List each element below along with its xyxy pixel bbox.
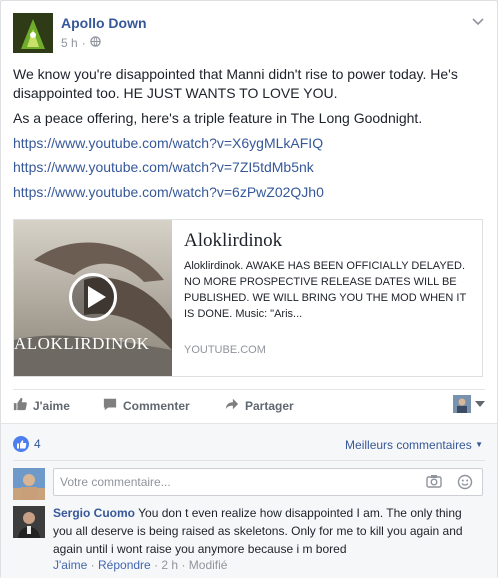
reaction-count: 4 <box>34 437 41 451</box>
comment-author[interactable]: Sergio Cuomo <box>53 506 135 520</box>
globe-icon <box>89 36 101 50</box>
page-avatar[interactable] <box>13 13 53 53</box>
youtube-link-3[interactable]: https://www.youtube.com/watch?v=6zPwZ02Q… <box>13 184 324 200</box>
caret-down-icon: ▼ <box>475 440 483 449</box>
comment-like-link[interactable]: J'aime <box>53 558 87 572</box>
preview-title[interactable]: Aloklirdinok <box>184 230 282 252</box>
comment-edited[interactable]: Modifié <box>189 558 228 572</box>
camera-icon[interactable] <box>426 474 442 493</box>
comment-time[interactable]: 2 h <box>161 558 178 572</box>
divider <box>13 460 485 461</box>
separator-dot: · <box>154 558 159 572</box>
post-time[interactable]: 5 h <box>61 36 78 50</box>
page-name[interactable]: Apollo Down <box>61 15 147 31</box>
share-label: Partager <box>245 398 294 413</box>
preview-domain: YOUTUBE.COM <box>184 344 266 356</box>
comment-body: Sergio Cuomo You don t even realize how … <box>53 504 483 558</box>
preview-description: Aloklirdinok. AWAKE HAS BEEN OFFICIALLY … <box>184 260 466 320</box>
separator-dot: · <box>81 36 86 50</box>
video-thumbnail[interactable]: ALOKLIRDINOK <box>14 220 172 376</box>
separator-dot: · <box>181 558 186 572</box>
comment-input[interactable] <box>53 468 483 496</box>
thumbs-up-icon <box>13 397 27 414</box>
post-header: Apollo Down 5 h · <box>13 13 485 55</box>
like-badge-icon <box>13 436 29 452</box>
comment-meta: J'aime · Répondre · 2 h · Modifié <box>53 558 227 572</box>
comment-icon <box>103 397 117 414</box>
emoji-icon[interactable] <box>457 474 473 495</box>
commenter-avatar[interactable] <box>13 506 45 538</box>
share-button[interactable]: Partager <box>225 397 294 414</box>
youtube-link-1[interactable]: https://www.youtube.com/watch?v=X6ygMLkA… <box>13 135 323 151</box>
post-paragraph: We know you're disappointed that Manni d… <box>13 66 458 101</box>
like-label: J'aime <box>33 398 70 413</box>
action-bar: J'aime Commenter Partager <box>13 393 485 417</box>
comment-sort-dropdown[interactable]: Meilleurs commentaires ▼ <box>345 438 483 452</box>
comment-reply-link[interactable]: Répondre <box>98 558 151 572</box>
comment-label: Commenter <box>123 398 190 413</box>
share-icon <box>225 397 239 414</box>
youtube-link-2[interactable]: https://www.youtube.com/watch?v=7ZI5tdMb… <box>13 159 314 175</box>
comments-section: 4 Meilleurs commentaires ▼ Sergio Cuomo … <box>1 423 497 578</box>
thumbnail-text: ALOKLIRDINOK <box>14 334 150 353</box>
separator-dot: · <box>90 558 95 572</box>
post-body: We know you're disappointed that Manni d… <box>13 65 485 134</box>
like-button[interactable]: J'aime <box>13 397 70 414</box>
post-meta: 5 h · <box>61 36 101 50</box>
sort-label: Meilleurs commentaires <box>345 438 472 452</box>
reaction-summary[interactable]: 4 <box>13 436 41 452</box>
user-avatar <box>453 395 471 413</box>
play-icon[interactable] <box>69 273 117 321</box>
my-avatar <box>13 468 45 500</box>
chevron-down-icon[interactable] <box>471 15 485 29</box>
post-card: Apollo Down 5 h · We know you're disappo… <box>0 0 498 578</box>
link-preview[interactable]: ALOKLIRDINOK Aloklirdinok Aloklirdinok. … <box>13 219 483 377</box>
post-paragraph: As a peace offering, here's a triple fea… <box>13 110 423 126</box>
divider <box>13 389 485 390</box>
caret-down-icon <box>475 401 485 407</box>
identity-selector[interactable] <box>453 395 485 413</box>
comment-button[interactable]: Commenter <box>103 397 190 414</box>
